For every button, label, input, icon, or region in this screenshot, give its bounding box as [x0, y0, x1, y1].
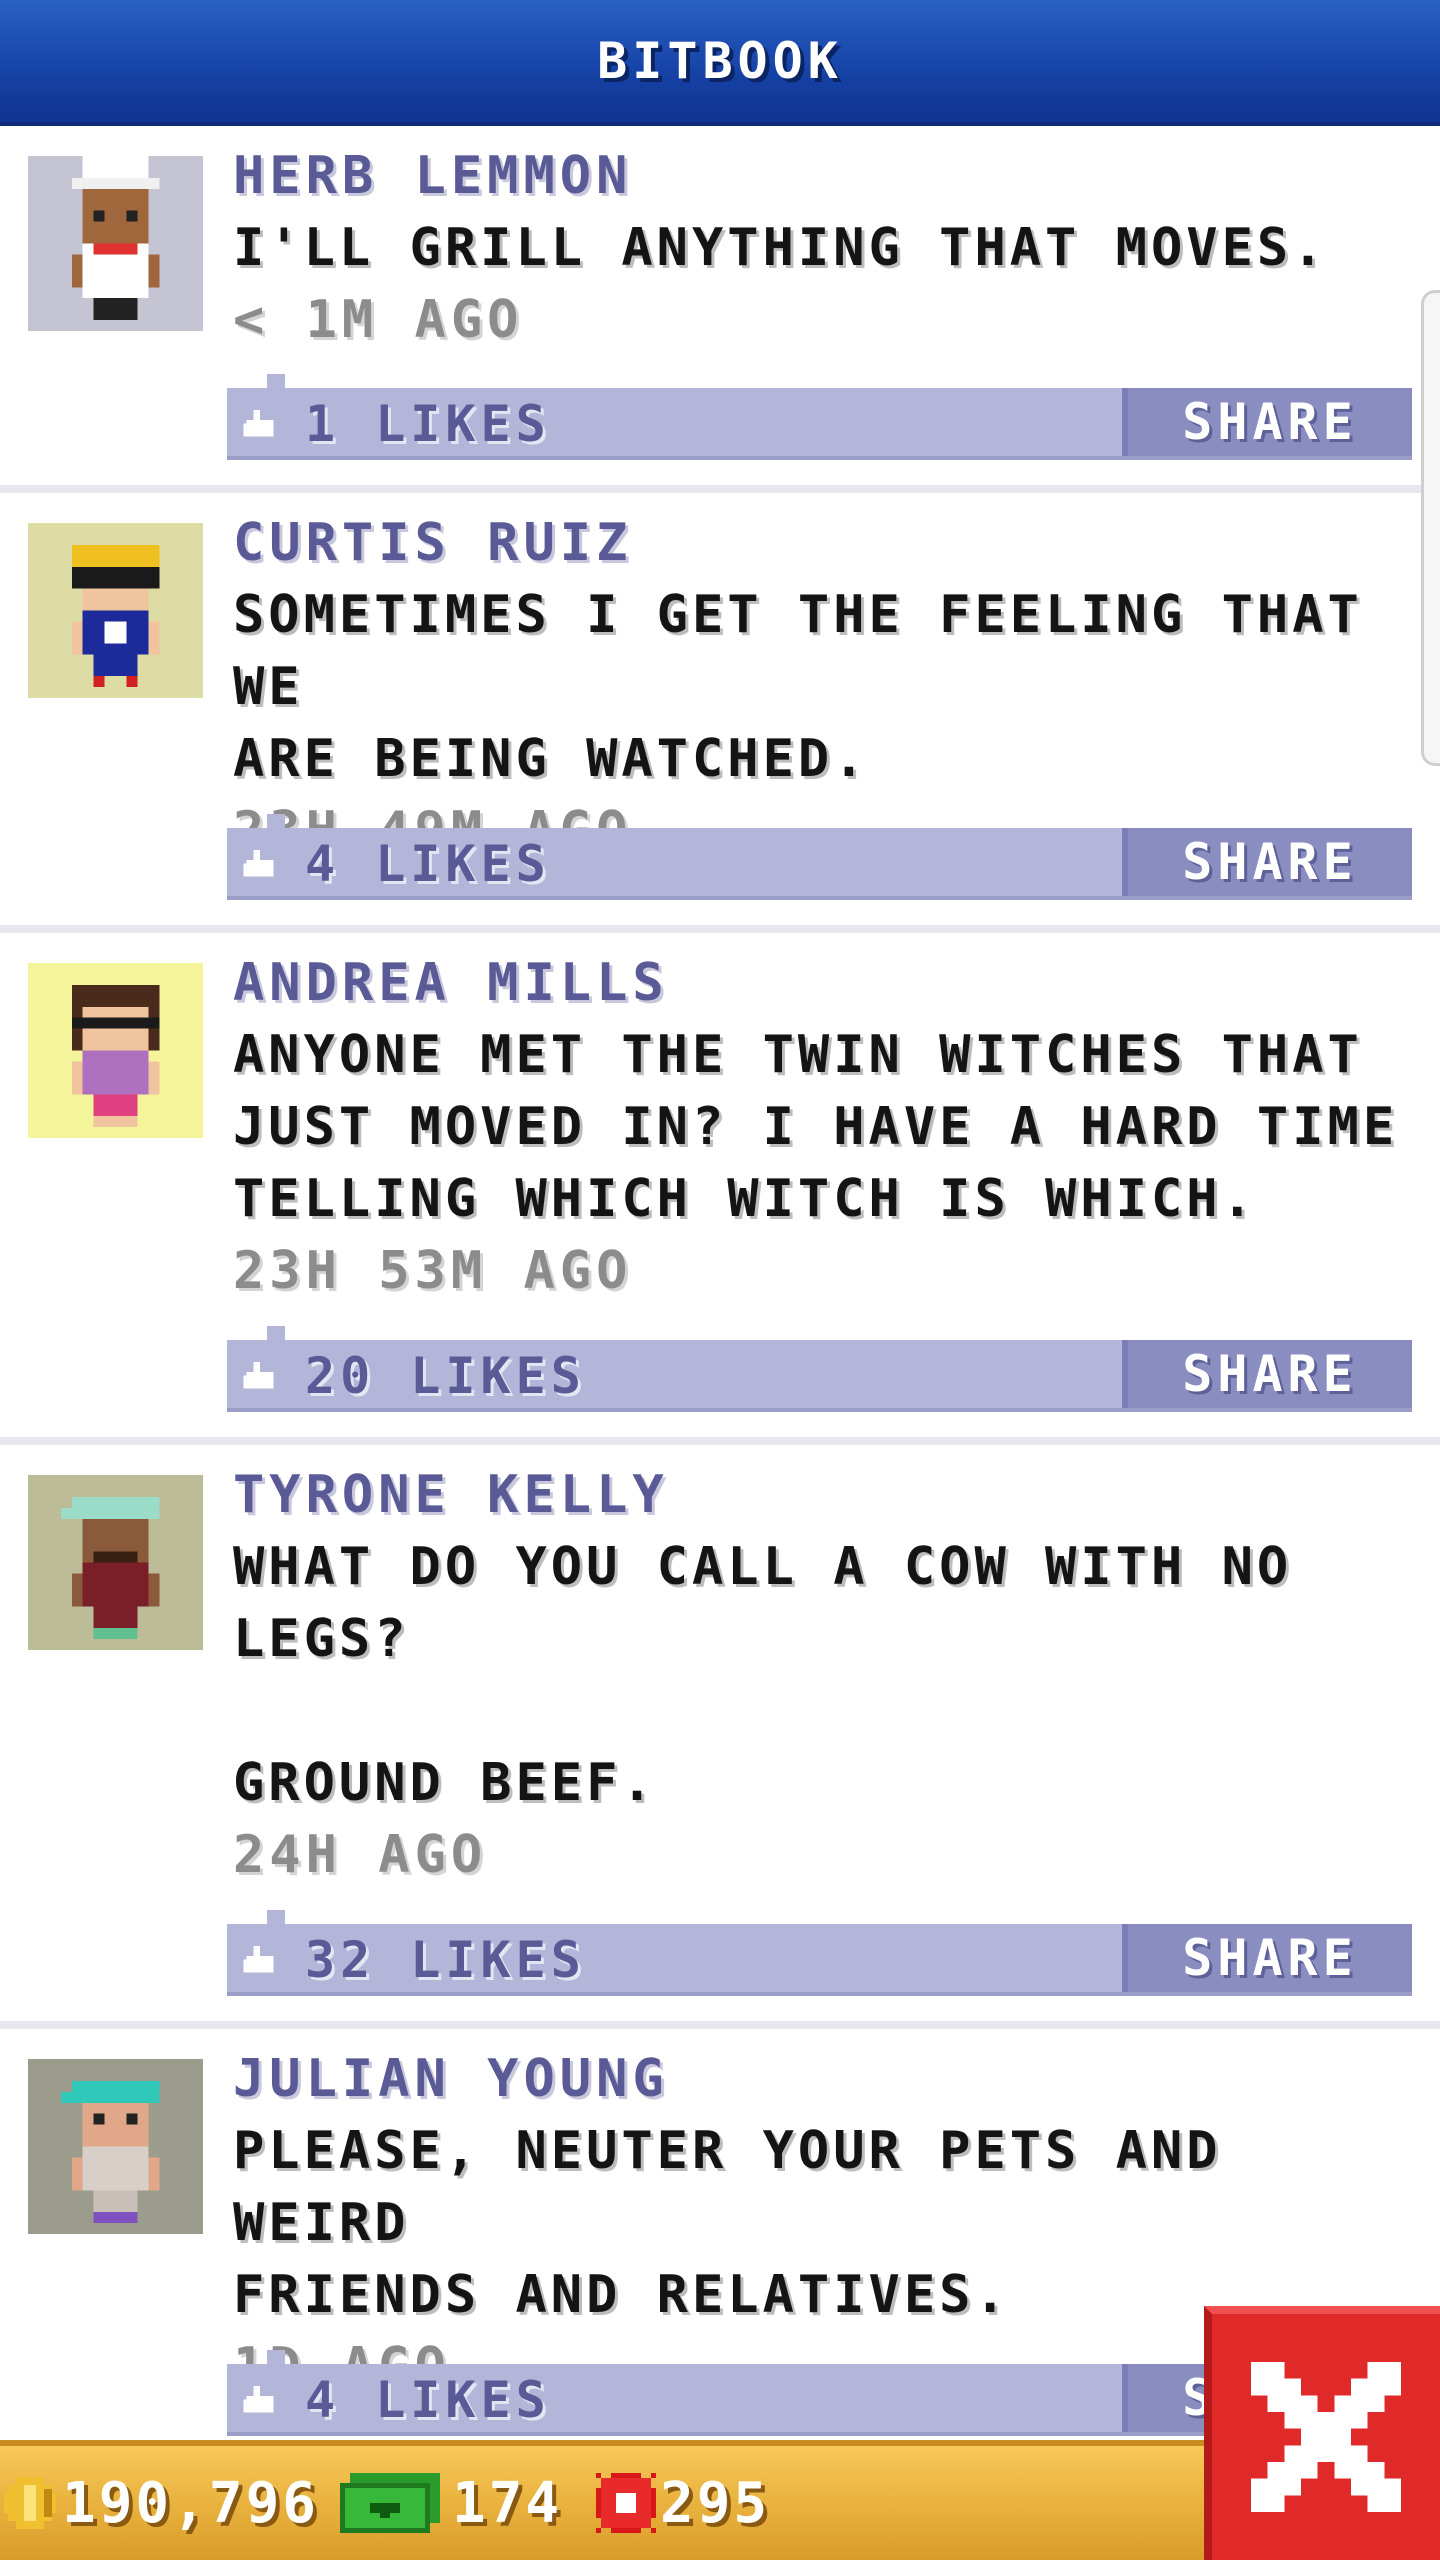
post-item: CURTIS RUIZ SOMETIMES I GET THE FEELING …: [0, 493, 1440, 933]
like-bar: 1 LIKES SHARE: [227, 374, 1412, 460]
post-time: < 1M AGO: [233, 290, 524, 350]
bux-value: 174: [452, 2470, 563, 2536]
coins-stat: 190,796: [4, 2446, 319, 2560]
like-count: 4 LIKES: [305, 835, 551, 893]
thumbs-up-icon[interactable]: [243, 850, 277, 880]
avatar[interactable]: [28, 156, 203, 331]
tickets-stat: 295: [596, 2446, 770, 2560]
avatar[interactable]: [28, 963, 203, 1138]
post-time: 24H AGO: [233, 1825, 488, 1885]
share-button[interactable]: SHARE: [1122, 388, 1412, 456]
like-bar-notch: [267, 1326, 285, 1340]
like-bar: 32 LIKES SHARE: [227, 1910, 1412, 1996]
post-author[interactable]: ANDREA MILLS: [233, 947, 1430, 1019]
coins-value: 190,796: [62, 2470, 320, 2536]
post-body: CURTIS RUIZ SOMETIMES I GET THE FEELING …: [233, 507, 1430, 867]
post-author[interactable]: JULIAN YOUNG: [233, 2043, 1430, 2115]
post-item: HERB LEMMON I'LL GRILL ANYTHING THAT MOV…: [0, 126, 1440, 493]
like-bar-notch: [267, 1910, 285, 1924]
tickets-value: 295: [660, 2470, 771, 2536]
post-text: ANYONE MET THE TWIN WITCHES THAT JUST MO…: [233, 1025, 1399, 1229]
post-item: TYRONE KELLY WHAT DO YOU CALL A COW WITH…: [0, 1445, 1440, 2029]
like-bar-notch: [267, 2350, 285, 2364]
app-header: BITBOOK: [0, 0, 1440, 126]
post-body: HERB LEMMON I'LL GRILL ANYTHING THAT MOV…: [233, 140, 1430, 356]
post-body: TYRONE KELLY WHAT DO YOU CALL A COW WITH…: [233, 1459, 1430, 1891]
ticket-icon: [596, 2473, 656, 2533]
avatar[interactable]: [28, 2059, 203, 2234]
post-body: ANDREA MILLS ANYONE MET THE TWIN WITCHES…: [233, 947, 1430, 1307]
post-author[interactable]: HERB LEMMON: [233, 140, 1430, 212]
like-count: 20 LIKES: [305, 1347, 586, 1405]
post-text: I'LL GRILL ANYTHING THAT MOVES.: [233, 218, 1328, 278]
like-count: 1 LIKES: [305, 395, 551, 453]
like-count: 32 LIKES: [305, 1931, 586, 1989]
close-icon: [1251, 2362, 1401, 2512]
post-feed[interactable]: HERB LEMMON I'LL GRILL ANYTHING THAT MOV…: [0, 126, 1440, 2469]
thumbs-up-icon[interactable]: [243, 2386, 277, 2416]
avatar[interactable]: [28, 523, 203, 698]
post-author[interactable]: TYRONE KELLY: [233, 1459, 1430, 1531]
like-bar: 20 LIKES SHARE: [227, 1326, 1412, 1412]
avatar[interactable]: [28, 1475, 203, 1650]
close-button[interactable]: [1204, 2306, 1440, 2560]
like-bar-notch: [267, 374, 285, 388]
post-author[interactable]: CURTIS RUIZ: [233, 507, 1430, 579]
bux-icon: [340, 2473, 440, 2533]
share-button[interactable]: SHARE: [1122, 1340, 1412, 1408]
coin-icon: [4, 2477, 56, 2529]
post-text: SOMETIMES I GET THE FEELING THAT WE ARE …: [233, 585, 1363, 789]
thumbs-up-icon[interactable]: [243, 1362, 277, 1392]
like-bar: 4 LIKES SHARE: [227, 814, 1412, 900]
share-button[interactable]: SHARE: [1122, 1924, 1412, 1992]
post-time: 23H 53M AGO: [233, 1241, 633, 1301]
share-button[interactable]: SHARE: [1122, 828, 1412, 896]
thumbs-up-icon[interactable]: [243, 1946, 277, 1976]
thumbs-up-icon[interactable]: [243, 410, 277, 440]
like-bar-notch: [267, 814, 285, 828]
post-text: PLEASE, NEUTER YOUR PETS AND WEIRD FRIEN…: [233, 2121, 1222, 2325]
app-title: BITBOOK: [597, 32, 843, 90]
scrollbar[interactable]: [1421, 290, 1440, 766]
bux-stat: 174: [340, 2446, 562, 2560]
post-item: ANDREA MILLS ANYONE MET THE TWIN WITCHES…: [0, 933, 1440, 1445]
like-count: 4 LIKES: [305, 2371, 551, 2429]
post-text: WHAT DO YOU CALL A COW WITH NO LEGS? GRO…: [233, 1537, 1293, 1813]
